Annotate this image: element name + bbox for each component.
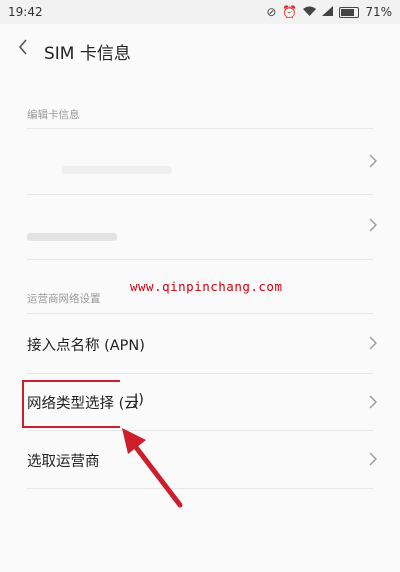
watermark-text: www.qinpinchang.com [130,279,283,294]
network-type-label-tail: J) [134,392,144,408]
wifi-icon [303,6,317,18]
sim-number-row[interactable] [0,200,400,252]
apn-label: 接入点名称 (APN) [27,338,145,354]
divider [27,313,373,314]
network-type-label: 网络类型选择 (云 [27,396,139,412]
chevron-right-icon [369,154,377,168]
divider [27,430,373,431]
section-label-carrier-network: 运营商网络设置 [27,293,101,305]
network-type-row[interactable]: 网络类型选择 (云 J) [0,377,400,429]
redacted-text [62,166,172,174]
battery-percent: 71% [365,5,392,19]
divider [27,259,373,260]
status-icons: ⊘ ⏰ 71% [266,5,392,19]
redacted-text [27,233,117,241]
divider [27,128,373,129]
select-carrier-row[interactable]: 选取运营商 [0,434,400,486]
status-time: 19:42 [8,5,43,19]
divider [27,488,373,489]
divider [27,194,373,195]
chevron-right-icon [369,452,377,466]
alarm-icon: ⏰ [282,5,298,19]
signal-icon [322,6,334,18]
section-label-edit-card-info: 编辑卡信息 [27,109,80,121]
battery-icon [339,6,360,18]
sim-name-row[interactable] [0,136,400,188]
status-bar: 19:42 ⊘ ⏰ 71% [0,0,400,24]
chevron-right-icon [369,336,377,350]
dnd-icon: ⊘ [266,5,277,19]
chevron-right-icon [369,395,377,409]
divider [27,373,373,374]
title-bar: SIM 卡信息 [0,24,400,74]
apn-row[interactable]: 接入点名称 (APN) [0,318,400,370]
select-carrier-label: 选取运营商 [27,454,100,470]
chevron-left-icon [18,39,27,55]
back-button[interactable] [14,35,34,59]
chevron-right-icon [369,218,377,232]
page-title: SIM 卡信息 [44,44,131,64]
